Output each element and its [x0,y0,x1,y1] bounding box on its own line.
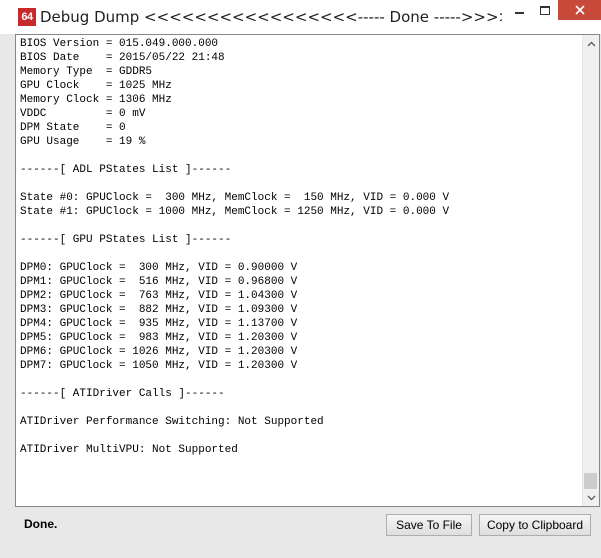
log-line: State #0: GPUClock = 300 MHz, MemClock =… [20,192,450,204]
log-line: BIOS Version = 015.049.000.000 [20,38,219,50]
debug-text-area[interactable]: BIOS Version = 015.049.000.000 BIOS Date … [16,35,583,506]
log-line: DPM7: GPUClock = 1050 MHz, VID = 1.20300… [20,360,298,372]
log-line: DPM2: GPUClock = 763 MHz, VID = 1.04300 … [20,290,298,302]
title-bar[interactable]: 64 Debug Dump <<<<<<<<<<<<<<<<<----- Don… [0,0,601,34]
log-line: DPM4: GPUClock = 935 MHz, VID = 1.13700 … [20,318,298,330]
log-line: ------[ ADL PStates List ]------ [20,164,232,176]
log-line: DPM0: GPUClock = 300 MHz, VID = 0.90000 … [20,262,298,274]
maximize-button[interactable] [532,0,558,20]
copy-to-clipboard-button[interactable]: Copy to Clipboard [479,514,591,536]
log-line: Memory Clock = 1306 MHz [20,94,172,106]
log-line: DPM State = 0 [20,122,126,134]
window-title: Debug Dump <<<<<<<<<<<<<<<<<----- Done -… [40,8,502,26]
log-line: Memory Type = GDDR5 [20,66,153,78]
log-line: ATIDriver Performance Switching: Not Sup… [20,416,324,428]
log-line: BIOS Date = 2015/05/22 21:48 [20,52,225,64]
close-button[interactable] [558,0,601,20]
log-line: ATIDriver MultiVPU: Not Supported [20,444,238,456]
log-line: GPU Usage = 19 % [20,136,146,148]
log-line: DPM1: GPUClock = 516 MHz, VID = 0.96800 … [20,276,298,288]
log-line: VDDC = 0 mV [20,108,146,120]
minimize-button[interactable] [506,0,532,20]
log-line: GPU Clock = 1025 MHz [20,80,172,92]
chevron-down-icon [587,495,595,500]
scroll-up-button[interactable] [583,35,599,52]
log-line: DPM3: GPUClock = 882 MHz, VID = 1.09300 … [20,304,298,316]
chevron-up-icon [587,41,595,46]
close-icon [574,5,585,15]
scroll-thumb[interactable] [584,473,597,489]
log-line: ------[ ATIDriver Calls ]------ [20,388,225,400]
save-to-file-button[interactable]: Save To File [386,514,472,536]
vertical-scrollbar[interactable] [582,35,599,506]
app-64-icon[interactable]: 64 [18,8,36,26]
minimize-icon [514,12,524,14]
log-line: DPM6: GPUClock = 1026 MHz, VID = 1.20300… [20,346,298,358]
log-line: ------[ GPU PStates List ]------ [20,234,232,246]
log-line: DPM5: GPUClock = 983 MHz, VID = 1.20300 … [20,332,298,344]
maximize-icon [540,5,550,15]
status-text: Done. [24,517,58,531]
log-line: State #1: GPUClock = 1000 MHz, MemClock … [20,206,450,218]
debug-output-box[interactable]: BIOS Version = 015.049.000.000 BIOS Date … [15,34,600,507]
scroll-down-button[interactable] [583,489,599,506]
debug-dump-window: 64 Debug Dump <<<<<<<<<<<<<<<<<----- Don… [0,0,601,558]
debug-log: BIOS Version = 015.049.000.000 BIOS Date … [16,35,583,457]
